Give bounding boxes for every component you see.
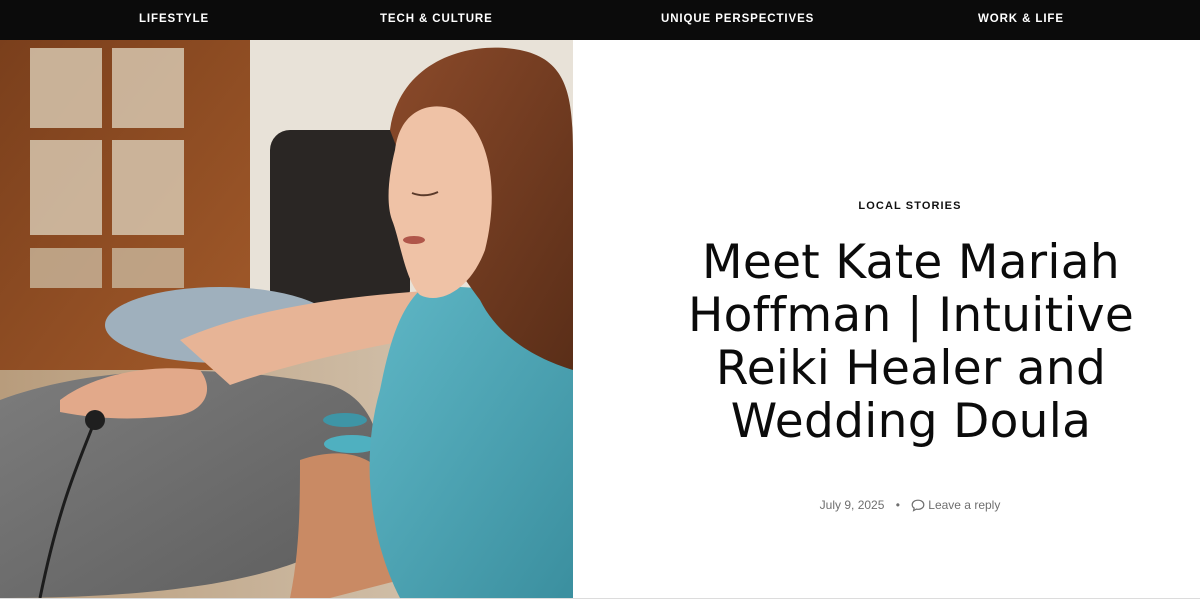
featured-photo-illustration	[0, 40, 573, 598]
leave-reply-link[interactable]: Leave a reply	[911, 498, 1000, 512]
post-meta: July 9, 2025 • Leave a reply	[573, 498, 1200, 515]
leave-reply-label: Leave a reply	[928, 498, 1001, 512]
nav-item-unique-perspectives[interactable]: UNIQUE PERSPECTIVES	[661, 0, 814, 40]
nav-item-work-life[interactable]: WORK & LIFE	[978, 0, 1064, 40]
top-navigation: LIFESTYLE TECH & CULTURE UNIQUE PERSPECT…	[0, 0, 1200, 40]
featured-image[interactable]	[0, 40, 573, 598]
category-link[interactable]: LOCAL STORIES	[573, 200, 1200, 212]
article-title[interactable]: Meet Kate Mariah Hoffman | Intuitive Rei…	[661, 236, 1161, 448]
nav-item-tech-culture[interactable]: TECH & CULTURE	[380, 0, 493, 40]
post-date[interactable]: July 9, 2025	[820, 498, 885, 512]
meta-separator: •	[895, 498, 900, 512]
hero-text-panel: LOCAL STORIES Meet Kate Mariah Hoffman |…	[573, 40, 1200, 598]
nav-item-lifestyle[interactable]: LIFESTYLE	[139, 0, 209, 40]
comment-icon	[911, 499, 925, 515]
